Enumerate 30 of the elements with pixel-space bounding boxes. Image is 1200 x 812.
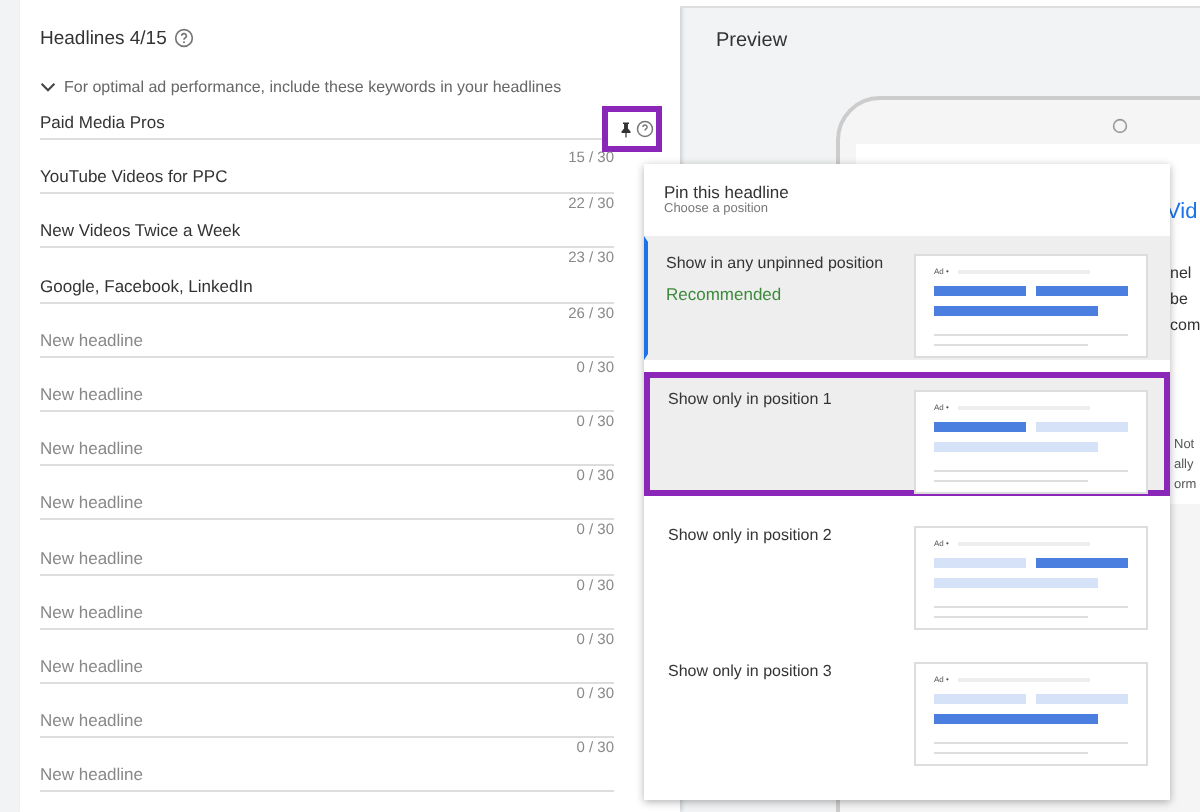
preview-title: Preview xyxy=(716,30,788,52)
option-label: Show in any unpinned position xyxy=(666,254,886,272)
headline-input[interactable]: Paid Media Pros xyxy=(40,112,440,138)
ad-text: com xyxy=(1170,314,1200,338)
headline-input[interactable]: New headline xyxy=(40,329,440,356)
headline-input[interactable]: New headline xyxy=(40,492,440,519)
headline-input[interactable]: New headline xyxy=(40,438,440,465)
ad-text: be xyxy=(1170,288,1190,312)
headline-input[interactable]: Google, Facebook, LinkedIn xyxy=(40,275,440,302)
help-icon[interactable] xyxy=(636,120,654,138)
headline-input[interactable]: New headline xyxy=(40,547,440,573)
option-label: Show only in position 1 xyxy=(668,390,834,408)
keyword-hint: For optimal ad performance, include these keywords in your headlines xyxy=(64,77,562,95)
section-title: Headlines 4/15 xyxy=(40,27,167,49)
chevron-icon[interactable] xyxy=(40,81,56,91)
pin-icon[interactable] xyxy=(620,121,632,137)
menu-title: Pin this headline xyxy=(664,182,791,202)
recommended-label: Recommended xyxy=(666,284,784,304)
headline-input[interactable]: New headline xyxy=(40,655,440,682)
ad-text: nel xyxy=(1170,262,1194,286)
headline-input[interactable]: New headline xyxy=(40,710,440,737)
option-label: Show only in position 3 xyxy=(668,662,834,680)
headline-input[interactable]: New headline xyxy=(40,383,440,410)
camera-icon xyxy=(1112,118,1128,134)
headline-input[interactable]: YouTube Videos for PPC xyxy=(40,166,440,193)
headline-input[interactable]: New headline xyxy=(40,764,440,791)
help-icon[interactable] xyxy=(174,28,195,48)
headline-input[interactable]: New headline xyxy=(40,601,440,628)
option-label: Show only in position 2 xyxy=(668,526,834,544)
headline-input[interactable]: New Videos Twice a Week xyxy=(40,220,440,247)
